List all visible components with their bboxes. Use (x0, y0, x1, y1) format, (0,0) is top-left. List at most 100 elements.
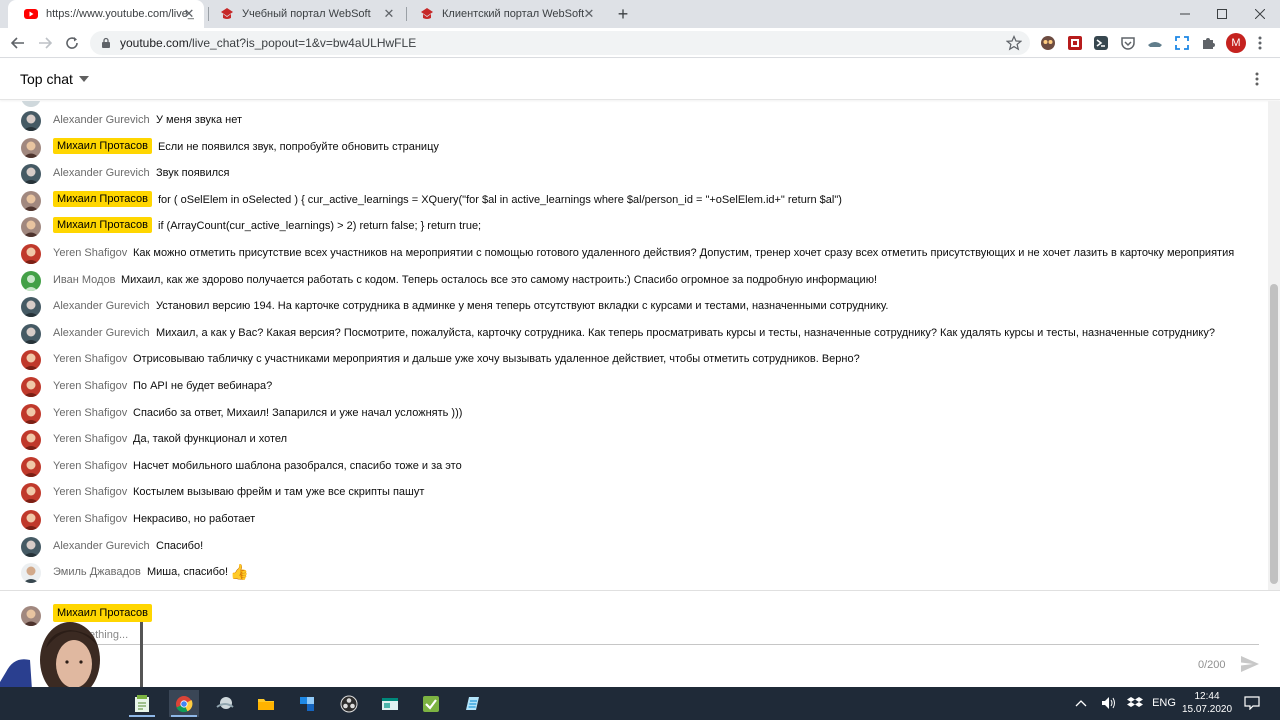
message-author[interactable]: Yeren Shafigov (53, 247, 127, 259)
taskbar-clock[interactable]: 12:44 15.07.2020 (1180, 690, 1234, 716)
avatar-yeren[interactable] (21, 350, 41, 371)
message-author[interactable]: Михаил Протасов (53, 137, 152, 154)
pocket-icon[interactable] (1120, 35, 1136, 51)
message-author[interactable]: Yeren Shafigov (53, 433, 127, 445)
send-icon[interactable] (1240, 655, 1260, 673)
avatar-alexander[interactable] (21, 323, 41, 344)
taskbar-app-blue-icon[interactable] (292, 690, 322, 717)
taskbar-chrome-icon[interactable] (169, 690, 199, 717)
message-author[interactable]: Yeren Shafigov (53, 407, 127, 419)
taskbar-teams-icon[interactable] (210, 690, 240, 717)
avatar-yeren[interactable] (21, 510, 41, 530)
message-author[interactable]: Иван Модов (53, 274, 115, 286)
tab-youtube-live-chat[interactable]: https://www.youtube.com/live_chat?is_pop… (8, 0, 204, 28)
message-author[interactable]: Yeren Shafigov (53, 513, 127, 525)
chat-message[interactable]: Yeren Shafigov Некрасиво, но работает (0, 507, 1268, 533)
taskbar-notepadpp-icon[interactable] (127, 690, 157, 717)
chat-message[interactable]: Yeren Shafigov По API не будет вебинара? (0, 374, 1268, 400)
avatar-mikhail[interactable] (21, 190, 41, 211)
message-author[interactable]: Эмиль Джавадов (53, 566, 141, 578)
taskbar-window-app-icon[interactable] (375, 690, 405, 717)
tab-websoft-learning[interactable]: Учебный портал WebSoft ✕ (204, 0, 404, 28)
taskbar-check-app-icon[interactable] (416, 690, 446, 717)
avatar-mikhail[interactable] (21, 137, 41, 158)
chat-message[interactable]: Иван Модов Михаил, как же здорово получае… (0, 268, 1268, 294)
reload-icon[interactable] (62, 33, 82, 53)
tray-show-hidden-icon[interactable] (1072, 695, 1090, 711)
avatar-alexander[interactable] (21, 164, 41, 185)
message-author[interactable]: Yeren Shafigov (53, 380, 127, 392)
extension-owl-icon[interactable] (1040, 35, 1056, 51)
avatar-yeren[interactable] (21, 377, 41, 397)
chat-message[interactable]: Эмиль Джавадов Миша, спасибо! 👍 (0, 560, 1268, 586)
chat-message[interactable]: Yeren Shafigov Как можно отметить присутс… (0, 241, 1268, 267)
chat-message-input[interactable]: ething... (53, 627, 1259, 645)
extension-dark-arrow-icon[interactable] (1093, 35, 1109, 51)
more-options-icon[interactable] (1250, 71, 1264, 87)
extensions-puzzle-icon[interactable] (1200, 35, 1216, 51)
avatar-yeren[interactable] (21, 244, 41, 264)
message-author[interactable]: Alexander Gurevich (53, 300, 150, 312)
message-author[interactable]: Alexander Gurevich (53, 167, 150, 179)
message-author[interactable]: Михаил Протасов (53, 217, 152, 234)
message-author[interactable]: Yeren Shafigov (53, 353, 127, 365)
avatar-yeren[interactable] (21, 403, 41, 424)
close-tab-icon[interactable]: ✕ (582, 7, 596, 21)
taskbar-obs-icon[interactable] (334, 690, 364, 717)
message-author[interactable]: Yeren Shafigov (53, 486, 127, 498)
avatar-alexander[interactable] (21, 111, 41, 131)
message-author[interactable]: Alexander Gurevich (53, 327, 150, 339)
browser-menu-icon[interactable] (1254, 35, 1266, 51)
extension-red-square-icon[interactable] (1067, 35, 1083, 51)
chat-scrollbar[interactable] (1268, 101, 1280, 590)
forward-arrow-icon[interactable] (35, 33, 55, 53)
chat-message[interactable]: Yeren Shafigov Костылем вызываю фрейм и т… (0, 480, 1268, 506)
avatar-yeren[interactable] (21, 456, 41, 477)
message-author[interactable]: Alexander Gurevich (53, 114, 150, 126)
chat-message[interactable]: Михаил Протасов for ( oSelElem in oSelect… (0, 188, 1268, 214)
chat-message[interactable]: Alexander Gurevich Спасибо! (0, 534, 1268, 560)
avatar-ivan[interactable] (21, 270, 41, 291)
chat-message[interactable]: Yeren Shafigov Отрисовываю табличку с уча… (0, 347, 1268, 373)
chat-message[interactable]: Yeren Shafigov Спасибо за ответ, Михаил! … (0, 401, 1268, 427)
avatar-yeren[interactable] (21, 483, 41, 504)
extension-hat-icon[interactable] (1147, 35, 1163, 51)
input-language-indicator[interactable]: ENG (1150, 695, 1178, 711)
chat-mode-dropdown[interactable]: Top chat (20, 71, 89, 87)
address-bar[interactable]: youtube.com/live_chat?is_popout=1&v=bw4a… (90, 31, 1030, 55)
avatar-alexander[interactable] (21, 536, 41, 557)
chat-message[interactable]: Alexander Gurevich Звук появился (0, 161, 1268, 187)
dropbox-icon[interactable] (1126, 695, 1144, 711)
back-arrow-icon[interactable] (8, 33, 28, 53)
chat-message[interactable]: Yeren Shafigov Да, такой функционал и хот… (0, 427, 1268, 453)
chat-message[interactable]: Михаил Протасов Если не появился звук, по… (0, 135, 1268, 161)
maximize-icon[interactable] (1202, 0, 1242, 28)
chat-message[interactable]: Alexander Gurevich Михаил, а как у Вас? К… (0, 321, 1268, 347)
avatar-alexander[interactable] (21, 297, 41, 318)
chat-message[interactable]: Yeren Shafigov Насчет мобильного шаблона … (0, 454, 1268, 480)
taskbar-notes-icon[interactable] (457, 690, 487, 717)
close-tab-icon[interactable]: ✕ (382, 7, 396, 21)
chat-message[interactable]: Alexander Gurevich Установил версию 194. … (0, 294, 1268, 320)
avatar-mikhail[interactable] (21, 217, 41, 238)
taskbar-file-explorer-icon[interactable] (251, 690, 281, 717)
volume-icon[interactable] (1099, 695, 1119, 711)
tab-websoft-client[interactable]: Клиентский портал WebSoft ✕ (404, 0, 604, 28)
new-tab-button[interactable]: + (614, 5, 632, 23)
profile-avatar-button[interactable]: M (1226, 33, 1246, 53)
message-author[interactable]: Михаил Протасов (53, 190, 152, 207)
chat-message-list[interactable]: Alexander Gurevich У меня звука нет Михаил… (0, 101, 1268, 589)
close-tab-icon[interactable]: ✕ (182, 7, 196, 21)
minimize-icon[interactable] (1165, 0, 1205, 28)
scrollbar-thumb[interactable] (1270, 284, 1278, 584)
message-author[interactable]: Alexander Gurevich (53, 540, 150, 552)
bookmark-star-icon[interactable] (1006, 35, 1022, 51)
avatar-emil[interactable] (21, 563, 41, 584)
close-window-icon[interactable] (1240, 0, 1280, 28)
message-author[interactable]: Yeren Shafigov (53, 460, 127, 472)
chat-message[interactable]: Alexander Gurevich У меня звука нет (0, 108, 1268, 134)
extension-expand-icon[interactable] (1174, 35, 1190, 51)
chat-message[interactable]: Михаил Протасов if (ArrayCount(cur_active… (0, 214, 1268, 240)
action-center-icon[interactable] (1244, 696, 1260, 710)
avatar-yeren[interactable] (21, 430, 41, 451)
